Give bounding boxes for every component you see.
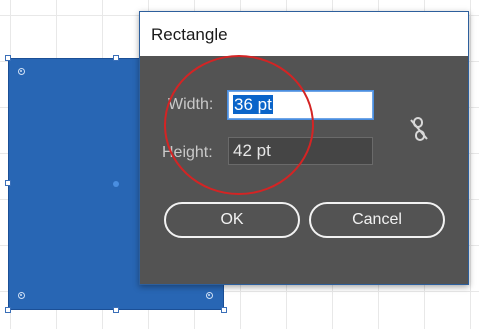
rectangle-dialog: Rectangle Width: 36 pt Height: 42 pt OK … xyxy=(139,11,469,285)
corner-widget-bottom-right[interactable] xyxy=(206,292,213,299)
width-label: Width: xyxy=(168,96,214,113)
height-input[interactable]: 42 pt xyxy=(228,137,373,165)
cancel-button[interactable]: Cancel xyxy=(309,202,445,238)
width-value: 36 pt xyxy=(233,95,273,114)
ok-button[interactable]: OK xyxy=(164,202,300,238)
height-label: Height: xyxy=(162,144,213,161)
handle-bottom-center[interactable] xyxy=(113,307,119,313)
handle-top-left[interactable] xyxy=(5,55,11,61)
corner-widget-top-left[interactable] xyxy=(18,68,25,75)
height-value: 42 pt xyxy=(233,141,271,160)
dialog-titlebar[interactable]: Rectangle xyxy=(140,12,468,56)
handle-middle-left[interactable] xyxy=(5,180,11,186)
handle-top-center[interactable] xyxy=(113,55,119,61)
corner-widget-bottom-left[interactable] xyxy=(18,292,25,299)
rectangle-center-point xyxy=(113,181,119,187)
handle-bottom-left[interactable] xyxy=(5,307,11,313)
dialog-title: Rectangle xyxy=(151,25,228,44)
handle-bottom-right[interactable] xyxy=(221,307,227,313)
unlink-chain-icon[interactable] xyxy=(407,116,431,142)
width-input[interactable]: 36 pt xyxy=(228,91,373,119)
